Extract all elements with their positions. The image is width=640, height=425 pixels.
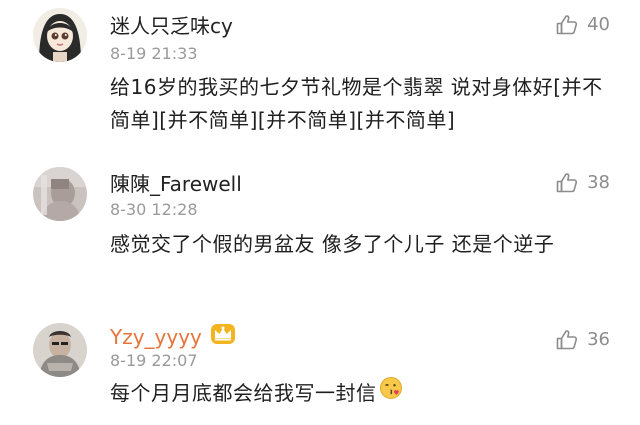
- like-button[interactable]: 40: [555, 12, 610, 38]
- timestamp: 8-19 22:07: [110, 351, 198, 370]
- crown-icon: [210, 323, 236, 350]
- comment-text: 给16岁的我买的七夕节礼物是个翡翠 说对身体好[并不简单][并不简单][并不简单…: [110, 75, 603, 132]
- timestamp: 8-30 12:28: [110, 200, 198, 219]
- comment-item: Yzy_yyyy 8-19 22:07 36 每个月月底都会给我写一封信: [0, 305, 640, 425]
- girl-avatar-icon: [33, 8, 87, 62]
- like-button[interactable]: 36: [555, 327, 610, 353]
- comment-item: 迷人只乏味cy 8-19 21:33 40 给16岁的我买的七夕节礼物是个翡翠 …: [0, 0, 640, 150]
- comment-text: 每个月月底都会给我写一封信: [110, 376, 610, 410]
- username-text: Yzy_yyyy: [110, 325, 202, 349]
- avatar[interactable]: [33, 323, 87, 377]
- avatar[interactable]: [33, 8, 87, 62]
- avatar[interactable]: [33, 167, 87, 221]
- like-count: 40: [587, 14, 610, 35]
- comment-item: 陳陳_Farewell 8-30 12:28 38 感觉交了个假的男盆友 像多了…: [0, 150, 640, 300]
- thumbs-up-icon: [556, 15, 578, 35]
- like-button[interactable]: 38: [555, 170, 610, 196]
- kiss-emoji-icon: [379, 376, 403, 410]
- photo-avatar-icon: [33, 323, 87, 377]
- timestamp: 8-19 21:33: [110, 44, 198, 63]
- thumbs-up-icon: [556, 173, 578, 193]
- comment-text: 感觉交了个假的男盆友 像多了个儿子 还是个逆子: [110, 232, 555, 256]
- comment-text-body: 每个月月底都会给我写一封信: [110, 381, 377, 405]
- username[interactable]: 陳陳_Farewell: [110, 172, 242, 196]
- username[interactable]: 迷人只乏味cy: [110, 14, 233, 38]
- photo-avatar-icon: [33, 167, 87, 221]
- like-count: 36: [587, 329, 610, 350]
- like-count: 38: [587, 172, 610, 193]
- username[interactable]: Yzy_yyyy: [110, 323, 236, 350]
- thumbs-up-icon: [556, 330, 578, 350]
